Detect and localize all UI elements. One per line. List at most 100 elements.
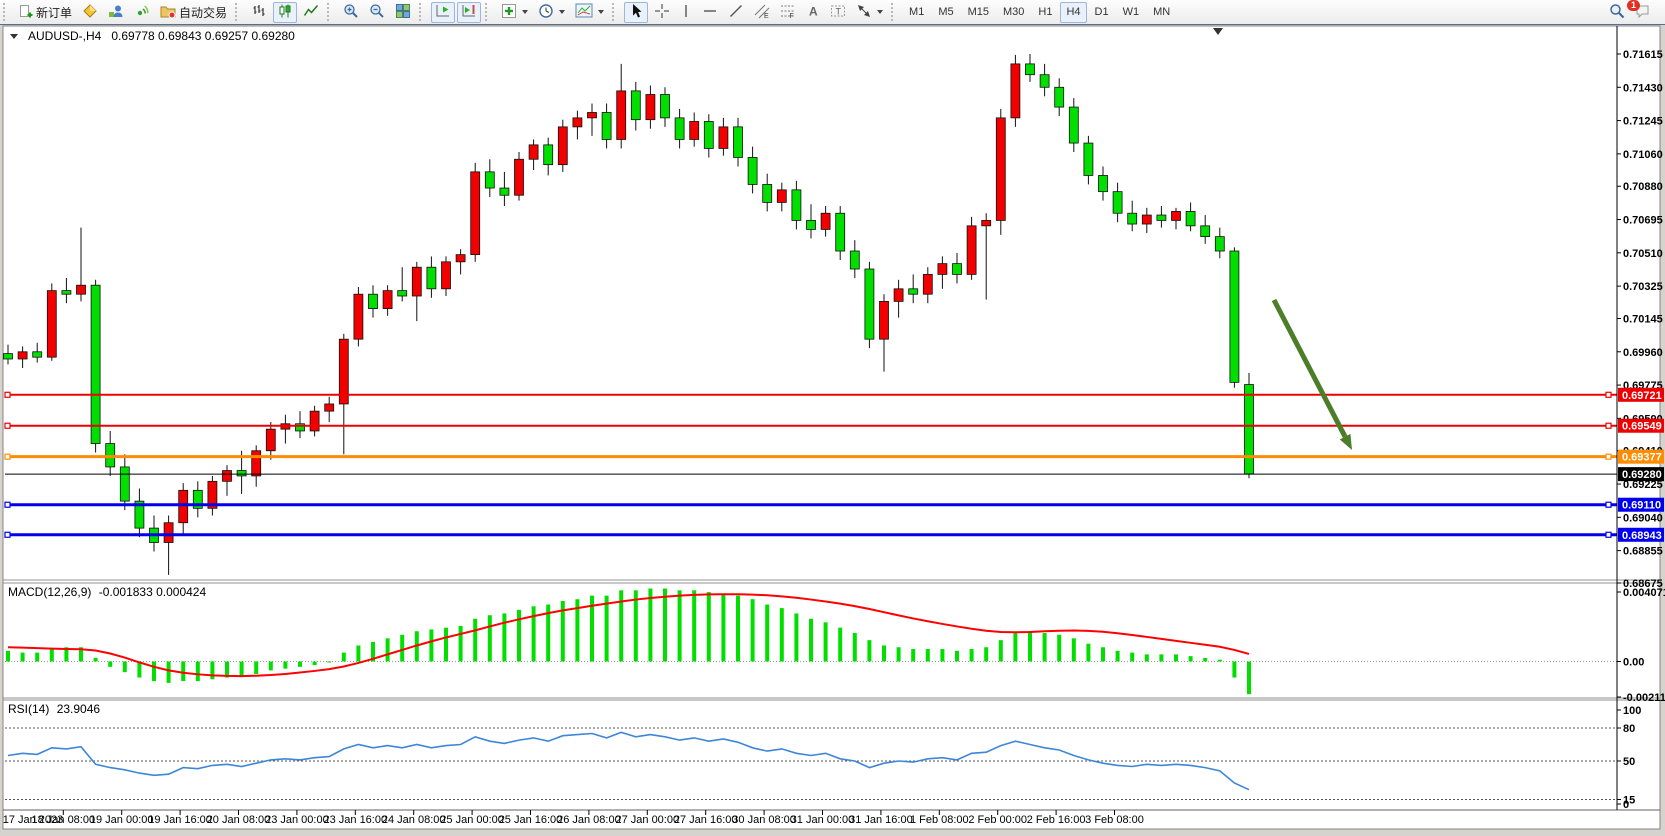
chevron-down-icon [522,10,528,14]
svg-text:18 Jan 08:00: 18 Jan 08:00 [31,814,95,826]
svg-text:24 Jan 08:00: 24 Jan 08:00 [382,814,446,826]
svg-text:25 Jan 00:00: 25 Jan 00:00 [440,814,504,826]
tile-windows-icon [395,3,411,22]
svg-text:0.69549: 0.69549 [1622,421,1662,433]
timeframe-d1-button[interactable]: D1 [1089,2,1115,23]
label-tool-icon: T [830,3,846,22]
trendline-tool-button[interactable] [724,2,748,23]
svg-text:80: 80 [1623,723,1635,735]
timeframe-h1-button[interactable]: H1 [1032,2,1058,23]
timeframe-m30-button[interactable]: M30 [997,2,1030,23]
line-chart-button[interactable] [299,2,323,23]
search-icon [1609,3,1625,22]
templates-button[interactable] [571,2,608,23]
timeframe-mn-button[interactable]: MN [1147,2,1176,23]
svg-text:0.68943: 0.68943 [1622,530,1662,542]
svg-text:0.70510: 0.70510 [1623,248,1663,260]
toolbar-grip[interactable] [485,3,493,21]
timeframe-m1-button[interactable]: M1 [903,2,930,23]
indicators-button[interactable] [497,2,532,23]
toolbar: 新订单 自动交易 [0,0,1665,25]
channel-tool-button[interactable]: E [750,2,774,23]
svg-text:26 Jan 08:00: 26 Jan 08:00 [557,814,621,826]
svg-text:30 Jan 08:00: 30 Jan 08:00 [732,814,796,826]
arrows-tool-button[interactable] [852,2,887,23]
label-tool-button[interactable]: T [826,2,850,23]
svg-text:2 Feb 16:00: 2 Feb 16:00 [1027,814,1086,826]
chart-shift-button[interactable] [457,2,481,23]
candlestick-icon [277,3,293,22]
bar-chart-button[interactable] [247,2,271,23]
timeframe-m5-button[interactable]: M5 [932,2,959,23]
svg-text:31 Jan 16:00: 31 Jan 16:00 [849,814,913,826]
svg-text:0.71615: 0.71615 [1623,49,1663,61]
person-chart-icon [108,3,124,22]
svg-text:20 Jan 08:00: 20 Jan 08:00 [207,814,271,826]
zoom-in-button[interactable] [339,2,363,23]
new-order-button[interactable]: 新订单 [15,2,76,23]
svg-text:A: A [809,4,818,18]
toolbar-grip[interactable] [891,3,899,21]
arrows-icon [856,3,872,22]
trendline-icon [728,3,744,22]
new-order-icon [19,3,33,21]
svg-text:-0.002114: -0.002114 [1623,692,1665,704]
chevron-down-icon [877,10,883,14]
svg-text:25 Jan 16:00: 25 Jan 16:00 [499,814,563,826]
cursor-tool-button[interactable] [624,2,648,23]
chart-canvas[interactable]: 0.716150.714300.712450.710600.708800.706… [0,0,1665,836]
timeframe-h4-button[interactable]: H4 [1060,2,1086,23]
svg-text:100: 100 [1623,705,1641,717]
svg-text:0: 0 [1623,799,1629,811]
horizontal-line-tool-button[interactable] [698,2,722,23]
chat-badge: 1 [1627,0,1640,11]
fibonacci-tool-button[interactable]: F [776,2,800,23]
chevron-down-icon [559,10,565,14]
svg-text:0.004071: 0.004071 [1623,587,1665,599]
new-order-label: 新订单 [36,4,72,21]
chevron-down-icon [598,10,604,14]
svg-text:0.69110: 0.69110 [1622,500,1661,512]
svg-text:0.71060: 0.71060 [1623,149,1663,161]
toolbar-grip[interactable] [235,3,243,21]
zoom-out-button[interactable] [365,2,389,23]
signals-button[interactable] [130,2,154,23]
svg-text:2 Feb 00:00: 2 Feb 00:00 [968,814,1027,826]
tile-windows-button[interactable] [391,2,415,23]
market-depth-button[interactable] [78,2,102,23]
toolbar-grip[interactable] [612,3,620,21]
indicators-icon [501,3,517,22]
toolbar-grip[interactable] [327,3,335,21]
search-button[interactable] [1605,2,1629,23]
auto-scroll-button[interactable] [431,2,455,23]
crosshair-icon [654,3,670,22]
timeframe-w1-button[interactable]: W1 [1117,2,1146,23]
auto-scroll-icon [435,3,451,22]
template-icon [575,3,593,21]
line-chart-icon [303,3,319,22]
crosshair-tool-button[interactable] [650,2,674,23]
fibonacci-icon: F [780,3,796,22]
svg-text:0.69960: 0.69960 [1623,347,1663,359]
gold-diamond-icon [82,3,98,22]
vertical-line-tool-button[interactable] [676,2,696,23]
svg-text:0.71245: 0.71245 [1623,116,1663,128]
candlestick-chart-button[interactable] [273,2,297,23]
bar-chart-icon [251,3,267,22]
community-button[interactable] [104,2,128,23]
text-tool-button[interactable]: A [802,2,824,23]
periods-button[interactable] [534,2,569,23]
svg-text:19 Jan 00:00: 19 Jan 00:00 [90,814,154,826]
toolbar-grip[interactable] [3,3,11,21]
timeframe-m15-button[interactable]: M15 [962,2,995,23]
autotrading-button[interactable]: 自动交易 [156,2,231,23]
chat-button[interactable]: 1 [1631,2,1657,23]
svg-text:50: 50 [1623,756,1635,768]
svg-text:0.69040: 0.69040 [1623,512,1663,524]
svg-text:T: T [836,6,842,16]
cursor-icon [628,3,644,22]
svg-text:23 Jan 00:00: 23 Jan 00:00 [265,814,329,826]
autotrading-label: 自动交易 [179,4,227,21]
toolbar-grip[interactable] [419,3,427,21]
signal-icon [134,3,150,22]
